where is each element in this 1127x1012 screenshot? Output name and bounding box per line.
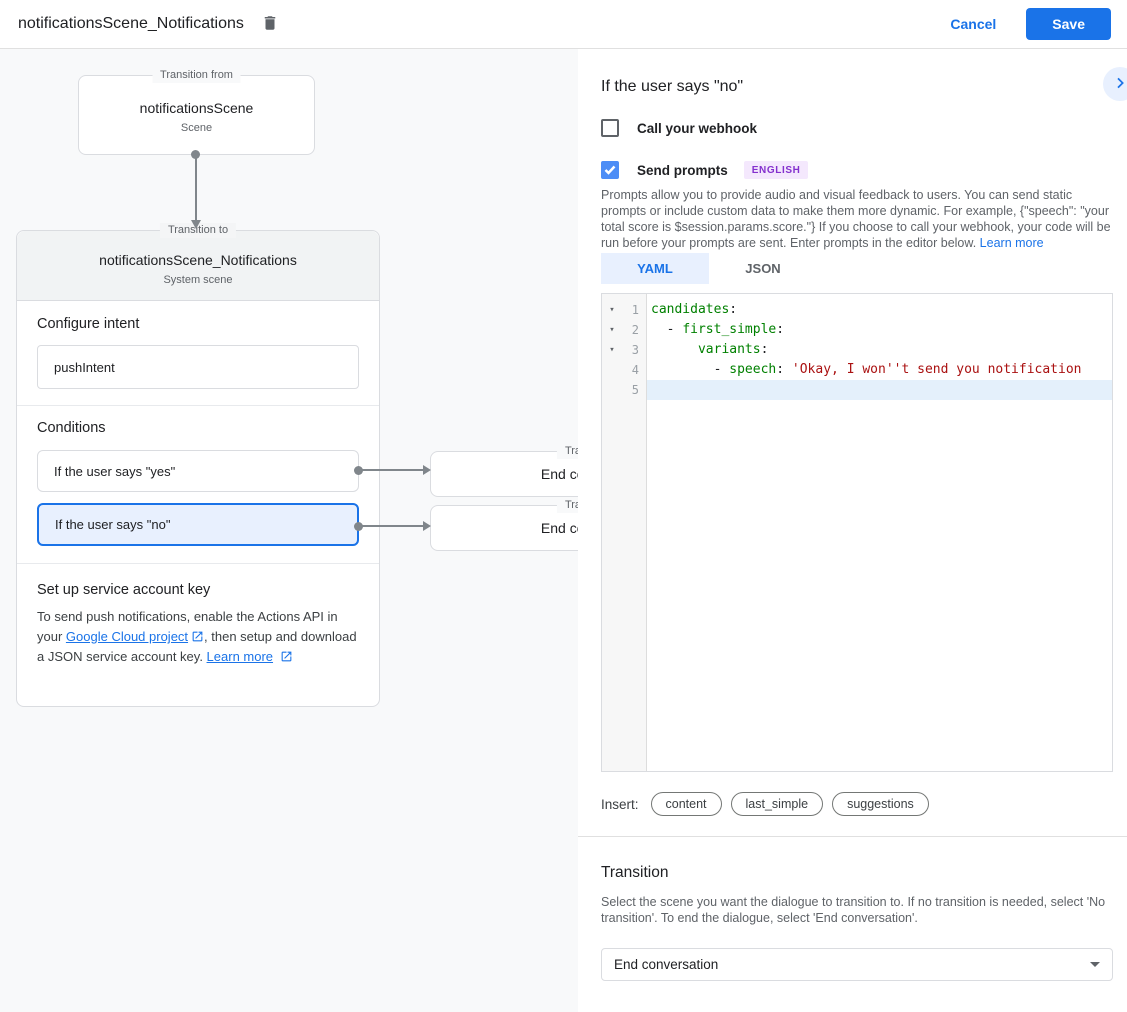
code-line[interactable]: candidates: xyxy=(647,300,1112,320)
insert-pill-content[interactable]: content xyxy=(651,792,722,816)
send-prompts-row: Send prompts ENGLISH xyxy=(601,161,1113,179)
fold-arrow-icon[interactable]: ▾ xyxy=(605,325,619,335)
service-account-text: To send push notifications, enable the A… xyxy=(37,607,359,667)
trash-icon xyxy=(261,14,279,35)
top-bar: notificationsScene_Notifications Cancel … xyxy=(0,0,1127,49)
prompts-learn-more-link[interactable]: Learn more xyxy=(980,236,1044,250)
arrow-right-icon xyxy=(423,465,431,475)
external-link-icon xyxy=(280,649,293,662)
end-box-legend: Transition to xyxy=(557,444,578,459)
gutter-line: 5 xyxy=(602,380,646,400)
end-box-label: End conversation xyxy=(431,452,578,496)
line-number: 1 xyxy=(619,303,646,317)
tab-json[interactable]: JSON xyxy=(709,253,817,284)
insert-label: Insert: xyxy=(601,797,639,812)
save-button[interactable]: Save xyxy=(1026,8,1111,40)
end-box-legend: Transition to xyxy=(557,498,578,513)
arrow-down-icon xyxy=(191,220,201,229)
gutter-line: ▾2 xyxy=(602,320,646,340)
send-prompts-label: Send prompts xyxy=(637,163,728,178)
gutter-line: ▾3 xyxy=(602,340,646,360)
editor-code[interactable]: candidates: - first_simple: variants: - … xyxy=(647,294,1112,771)
connector-line xyxy=(360,525,424,527)
conditions-heading: Conditions xyxy=(37,420,359,436)
insert-pill-suggestions[interactable]: suggestions xyxy=(832,792,929,816)
prompts-description: Prompts allow you to provide audio and v… xyxy=(601,187,1113,251)
google-cloud-project-link[interactable]: Google Cloud project xyxy=(66,629,188,644)
insert-row: Insert: content last_simple suggestions xyxy=(601,792,1113,816)
condition-editor-panel: If the user says "no" Call your webhook … xyxy=(578,49,1127,1012)
arrow-right-icon xyxy=(423,521,431,531)
language-badge: ENGLISH xyxy=(744,161,809,179)
fold-arrow-icon[interactable]: ▾ xyxy=(605,345,619,355)
insert-pill-last-simple[interactable]: last_simple xyxy=(731,792,824,816)
cancel-button[interactable]: Cancel xyxy=(950,16,996,32)
tab-yaml[interactable]: YAML xyxy=(601,253,709,284)
send-prompts-checkbox[interactable] xyxy=(601,161,619,179)
chevron-right-icon xyxy=(1112,75,1127,94)
condition-title: If the user says "no" xyxy=(601,77,1113,97)
learn-more-link[interactable]: Learn more xyxy=(207,649,273,664)
code-line[interactable]: - first_simple: xyxy=(647,320,1112,340)
call-webhook-checkbox[interactable] xyxy=(601,119,619,137)
end-conversation-box-no[interactable]: Transition to End conversation xyxy=(430,505,578,551)
line-number: 2 xyxy=(619,323,646,337)
conditions-section: Conditions If the user says "yes" If the… xyxy=(17,406,379,564)
service-account-section: Set up service account key To send push … xyxy=(17,564,379,683)
gutter-line: 4 xyxy=(602,360,646,380)
line-number: 5 xyxy=(619,383,646,397)
fold-arrow-icon[interactable]: ▾ xyxy=(605,305,619,315)
yaml-editor[interactable]: ▾1▾2▾345 candidates: - first_simple: var… xyxy=(601,293,1113,772)
condition-item-yes[interactable]: If the user says "yes" xyxy=(37,450,359,492)
configure-intent-section: Configure intent pushIntent xyxy=(17,301,379,406)
connector-line xyxy=(360,469,424,471)
call-webhook-row: Call your webhook xyxy=(601,119,1113,137)
scene-name: notificationsScene_Notifications xyxy=(17,252,379,268)
transition-section: Transition Select the scene you want the… xyxy=(578,836,1127,981)
connector-line xyxy=(195,154,197,220)
transition-select[interactable]: End conversation xyxy=(601,948,1113,981)
code-line-active[interactable] xyxy=(647,380,1112,400)
transition-heading: Transition xyxy=(601,863,1113,883)
code-line[interactable]: - speech: 'Okay, I won''t send you notif… xyxy=(647,360,1112,380)
delete-scene-button[interactable] xyxy=(258,12,282,36)
scene-type: System scene xyxy=(17,274,379,286)
from-scene-name: notificationsScene xyxy=(79,100,314,116)
transition-from-box[interactable]: Transition from notificationsScene Scene xyxy=(78,75,315,155)
call-webhook-label: Call your webhook xyxy=(637,121,757,136)
end-box-label: End conversation xyxy=(431,506,578,550)
service-account-heading: Set up service account key xyxy=(37,582,359,598)
scene-detail-panel: Transition to notificationsScene_Notific… xyxy=(16,230,380,707)
connector-dot xyxy=(354,522,363,531)
end-conversation-box-yes[interactable]: Transition to End conversation xyxy=(430,451,578,497)
editor-gutter: ▾1▾2▾345 xyxy=(602,294,647,771)
line-number: 3 xyxy=(619,343,646,357)
transition-description: Select the scene you want the dialogue t… xyxy=(601,895,1113,926)
from-scene-type: Scene xyxy=(79,122,314,134)
scene-header[interactable]: Transition to notificationsScene_Notific… xyxy=(17,231,379,301)
connector-dot xyxy=(191,150,200,159)
condition-item-no[interactable]: If the user says "no" xyxy=(37,503,359,546)
intent-item-pushintent[interactable]: pushIntent xyxy=(37,345,359,389)
connector-dot xyxy=(354,466,363,475)
gutter-line: ▾1 xyxy=(602,300,646,320)
external-link-icon xyxy=(191,629,204,642)
scene-diagram-canvas: Transition from notificationsScene Scene… xyxy=(0,49,578,1012)
transition-from-legend: Transition from xyxy=(152,68,241,83)
editor-tabs: YAML JSON xyxy=(601,253,1113,284)
code-line[interactable]: variants: xyxy=(647,340,1112,360)
configure-intent-heading: Configure intent xyxy=(37,316,359,332)
dropdown-caret-icon xyxy=(1090,962,1100,967)
transition-select-value: End conversation xyxy=(614,957,718,972)
page-title: notificationsScene_Notifications xyxy=(18,15,244,33)
line-number: 4 xyxy=(619,363,646,377)
